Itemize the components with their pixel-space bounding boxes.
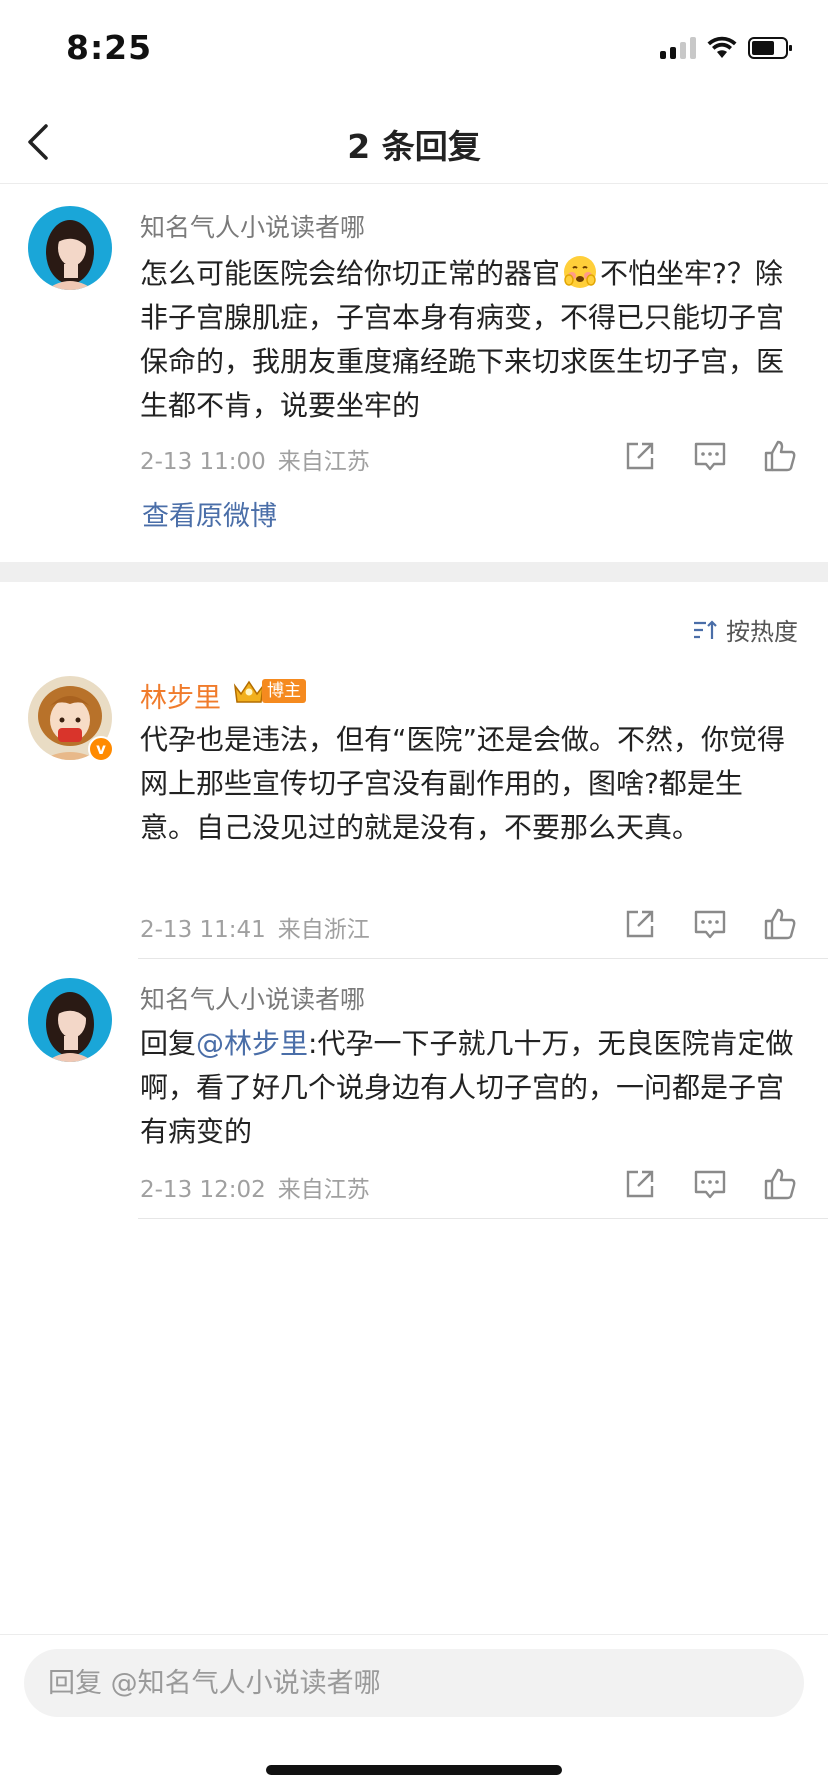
thumbs-up-icon[interactable] [762, 906, 798, 942]
comment-actions [622, 906, 798, 942]
crown-icon [233, 680, 265, 703]
section-divider [0, 562, 828, 582]
row-divider [138, 958, 828, 959]
wifi-icon [706, 36, 738, 60]
comment-location: 来自江苏 [277, 1177, 370, 1203]
username[interactable]: 知名气人小说读者哪 [140, 208, 365, 244]
home-indicator[interactable] [266, 1765, 562, 1775]
username[interactable]: 知名气人小说读者哪 [140, 980, 365, 1016]
status-icons [660, 36, 794, 60]
thumbs-up-icon[interactable] [762, 1166, 798, 1202]
comment-actions [622, 438, 798, 474]
blogger-badge: 博主 [262, 679, 306, 703]
thumbs-up-icon[interactable] [762, 438, 798, 474]
comment-date: 2-13 11:41 [140, 917, 266, 943]
page-title: 2 条回复 [347, 127, 481, 166]
comment-icon[interactable] [692, 1166, 728, 1202]
status-time: 8:25 [66, 28, 153, 67]
battery-icon [748, 36, 794, 60]
comment-text: 代孕也是违法，但有“医院”还是会做。不然，你觉得网上那些宣传切子宫没有副作用的，… [140, 723, 786, 844]
comment-meta: 2-13 11:00 来自江苏 [140, 442, 370, 476]
avatar[interactable] [28, 978, 112, 1062]
comment-date: 2-13 12:02 [140, 1177, 266, 1203]
verified-badge-icon: v [88, 736, 114, 762]
share-icon[interactable] [622, 438, 658, 474]
sort-label: 按热度 [726, 618, 798, 646]
cellular-signal-icon [660, 37, 696, 59]
comment-icon[interactable] [692, 906, 728, 942]
sort-toggle[interactable]: 按热度 [692, 612, 798, 647]
comment-date: 2-13 11:00 [140, 449, 266, 475]
comment-meta: 2-13 11:41 来自浙江 [140, 910, 370, 944]
username[interactable]: 林步里 [140, 676, 221, 715]
reply-input[interactable] [24, 1649, 804, 1717]
comment-text: 怎么可能医院会给你切正常的器官 不怕坐牢?？除非子宫腺肌症，子宫本身有病变，不得已… [140, 252, 794, 428]
blogger-badge-group: 博主 [232, 676, 306, 706]
comment-location: 来自浙江 [277, 917, 370, 943]
comment-location: 来自江苏 [277, 449, 370, 475]
share-icon[interactable] [622, 1166, 658, 1202]
mention-link[interactable]: @林步里 [196, 1027, 308, 1060]
row-divider [138, 1218, 828, 1219]
comment-text-part: 怎么可能医院会给你切正常的器官 [140, 257, 561, 290]
view-original-link[interactable]: 查看原微博 [142, 494, 277, 533]
sort-icon [694, 619, 717, 639]
share-icon[interactable] [622, 906, 658, 942]
blushing-face-emoji-icon [562, 254, 598, 290]
comment-text: 回复@林步里:代孕一下子就几十万，无良医院肯定做啊，看了好几个说身边有人切子宫的… [140, 1022, 794, 1154]
reply-input-bar [0, 1634, 828, 1792]
status-bar: 8:25 [0, 0, 828, 100]
reply-thread-screen: 8:25 2 条回复 知名气人小说读者哪 怎么可能医院会给你切正常的器官 不怕坐… [0, 0, 828, 1792]
reply-prefix: 回复 [140, 1027, 197, 1060]
nav-bar: 2 条回复 [0, 100, 828, 184]
comment-actions [622, 1166, 798, 1202]
comment-meta: 2-13 12:02 来自江苏 [140, 1170, 370, 1204]
avatar[interactable] [28, 206, 112, 290]
comment-icon[interactable] [692, 438, 728, 474]
